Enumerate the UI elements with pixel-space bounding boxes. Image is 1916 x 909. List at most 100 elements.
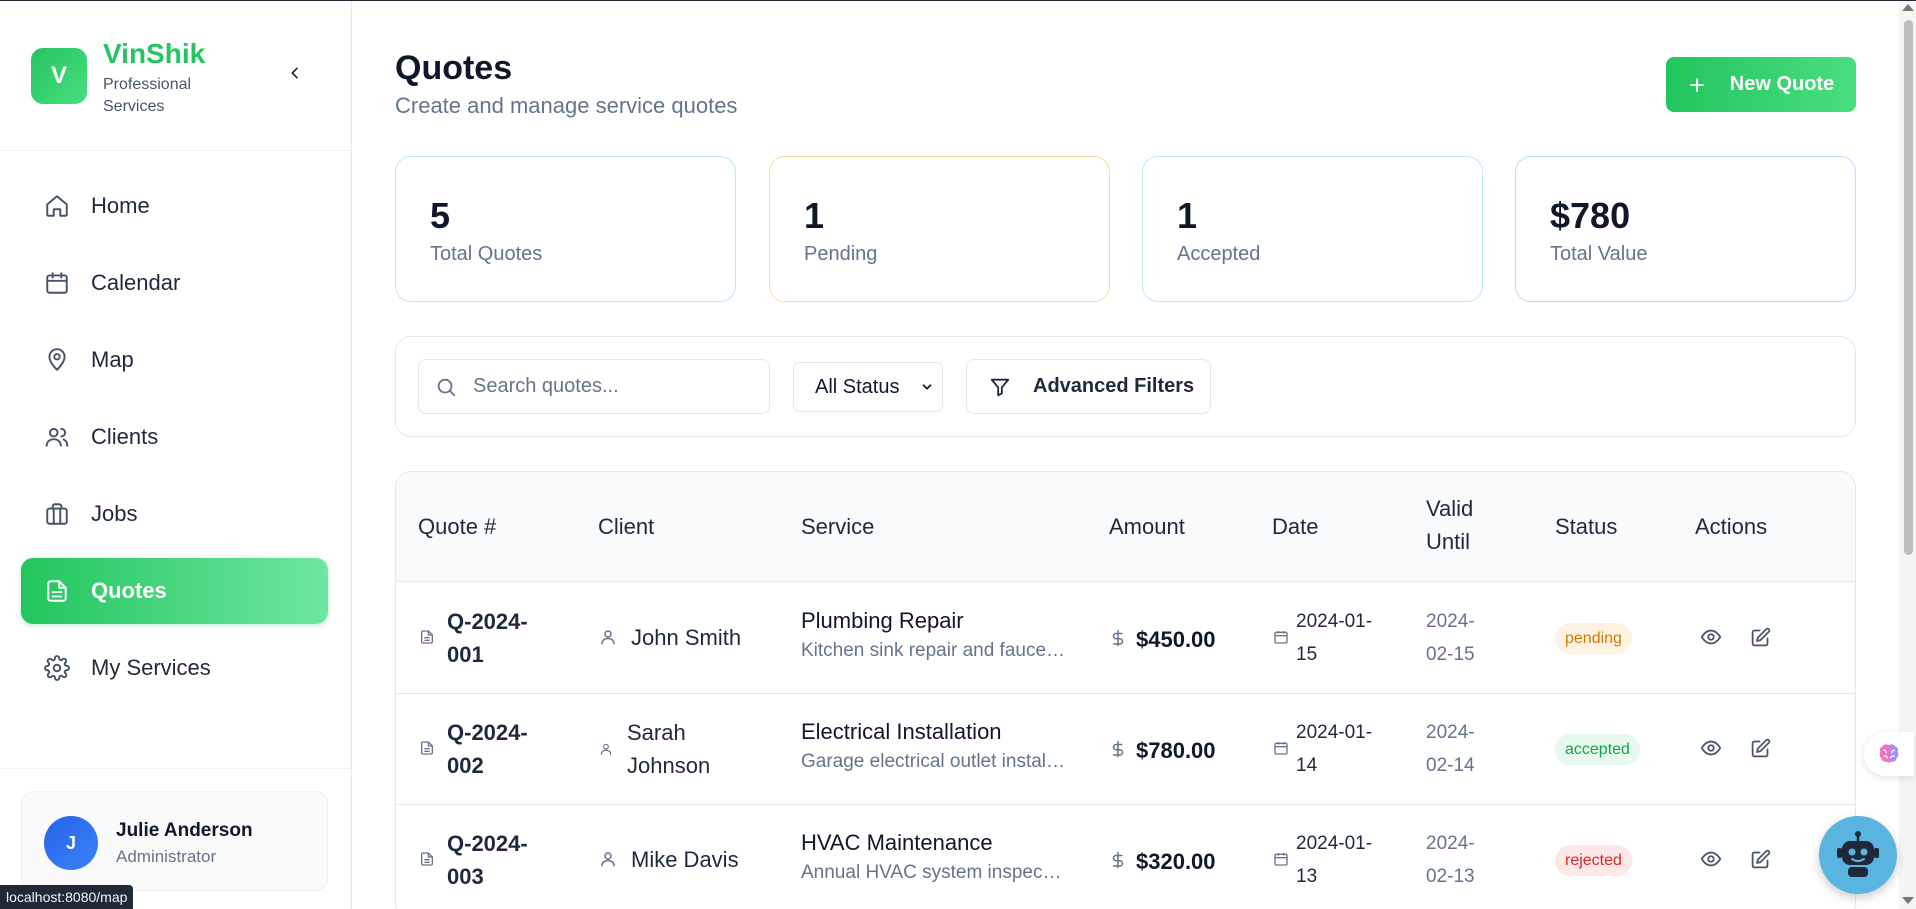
quote-amount: $450.00 — [1136, 627, 1216, 652]
new-quote-button[interactable]: New Quote — [1666, 57, 1856, 112]
table-row[interactable]: Q-2024-002 Sarah Johnson Electrical Inst… — [396, 694, 1855, 805]
sidebar-item-label: My Services — [91, 655, 211, 680]
page-title: Quotes — [395, 49, 513, 87]
stat-label: Accepted — [1177, 243, 1261, 265]
stat-value: 5 — [430, 195, 451, 236]
eye-icon — [1700, 629, 1722, 645]
stat-card-total-quotes: 5 Total Quotes — [395, 156, 736, 302]
view-button[interactable] — [1697, 623, 1725, 651]
sidebar-item-label: Clients — [91, 424, 159, 449]
calendar-icon — [1274, 853, 1288, 866]
quote-number: Q-2024-002 — [447, 720, 528, 778]
sidebar-item-my-services[interactable]: My Services — [21, 635, 328, 701]
search-icon — [435, 376, 457, 403]
collapse-sidebar-button[interactable] — [283, 61, 307, 85]
map-pin-icon — [43, 346, 71, 374]
service-name: HVAC Maintenance — [801, 830, 993, 855]
sidebar: V VinShik Professional Services Home Cal… — [0, 1, 352, 909]
stat-label: Total Value — [1550, 243, 1648, 265]
user-profile-card[interactable]: J Julie Anderson Administrator — [21, 791, 328, 891]
dollar-icon — [1112, 851, 1124, 869]
sidebar-item-calendar[interactable]: Calendar — [21, 250, 328, 316]
column-header-valid-until: Valid Until — [1426, 496, 1474, 554]
column-header-status: Status — [1555, 514, 1618, 539]
search-input[interactable] — [473, 375, 753, 398]
sidebar-item-clients[interactable]: Clients — [21, 404, 328, 470]
sidebar-item-label: Jobs — [91, 501, 138, 526]
scroll-down-arrow-icon[interactable] — [1902, 897, 1914, 904]
stat-value: 1 — [804, 195, 825, 236]
brand-tagline: Professional Services — [103, 76, 192, 115]
valid-until: 2024-02-14 — [1426, 722, 1475, 776]
chatbot-button[interactable] — [1819, 816, 1897, 894]
stat-card-pending: 1 Pending — [769, 156, 1110, 302]
stat-value: 1 — [1177, 195, 1198, 236]
user-icon — [600, 743, 612, 755]
gear-icon — [43, 654, 71, 682]
stat-card-total-value: $780 Total Value — [1515, 156, 1856, 302]
sidebar-item-home[interactable]: Home — [21, 173, 328, 239]
stat-label: Total Quotes — [430, 243, 543, 265]
file-icon — [421, 630, 433, 644]
status-filter-select[interactable]: All Status — [793, 362, 943, 412]
service-name: Electrical Installation — [801, 719, 1002, 744]
quote-amount: $780.00 — [1136, 738, 1216, 763]
edit-button[interactable] — [1746, 623, 1774, 651]
column-header-date: Date — [1272, 514, 1319, 539]
scroll-up-arrow-icon[interactable] — [1902, 4, 1914, 11]
status-badge: accepted — [1555, 734, 1640, 765]
view-button[interactable] — [1697, 845, 1725, 873]
status-bar-url: localhost:8080/map — [0, 885, 134, 909]
sidebar-item-label: Home — [91, 193, 150, 218]
edit-icon — [1751, 849, 1770, 868]
valid-until: 2024-02-13 — [1426, 833, 1475, 887]
column-header-quote: Quote # — [418, 514, 497, 539]
eye-icon — [1700, 740, 1722, 756]
service-description: Kitchen sink repair and faucet replaceme… — [801, 640, 1066, 661]
valid-until: 2024-02-15 — [1426, 611, 1475, 665]
robot-icon — [1837, 831, 1879, 877]
user-icon — [601, 630, 615, 645]
view-button[interactable] — [1697, 734, 1725, 762]
quote-date: 2024-01-13 — [1296, 833, 1373, 887]
quotes-table: Quote # Client Service Amount Date Valid… — [395, 471, 1856, 909]
brand-logo[interactable]: V — [31, 48, 87, 104]
edit-button[interactable] — [1746, 734, 1774, 762]
column-header-amount: Amount — [1109, 514, 1185, 539]
table-row[interactable]: Q-2024-003 Mike Davis HVAC Maintenance A… — [396, 805, 1855, 909]
user-icon — [601, 852, 615, 867]
edit-button[interactable] — [1746, 845, 1774, 873]
briefcase-icon — [43, 500, 71, 528]
status-badge: rejected — [1555, 845, 1632, 876]
table-row[interactable]: Q-2024-001 John Smith Plumbing Repair Ki… — [396, 583, 1855, 694]
user-role: Administrator — [116, 847, 217, 866]
quote-number: Q-2024-003 — [447, 831, 528, 889]
edit-icon — [1751, 738, 1770, 757]
stat-label: Pending — [804, 243, 878, 265]
advanced-filters-button[interactable]: Advanced Filters — [966, 359, 1211, 414]
client-name: Sarah Johnson — [627, 720, 711, 778]
sidebar-item-map[interactable]: Map — [21, 327, 328, 393]
file-icon — [421, 852, 433, 866]
sidebar-item-jobs[interactable]: Jobs — [21, 481, 328, 547]
sidebar-item-quotes[interactable]: Quotes — [21, 558, 328, 624]
calendar-icon — [1274, 631, 1288, 644]
scrollbar-thumb[interactable] — [1904, 20, 1913, 555]
stat-card-accepted: 1 Accepted — [1142, 156, 1483, 302]
ai-brain-tab[interactable] — [1864, 732, 1914, 776]
brand-header: V VinShik Professional Services — [0, 1, 351, 151]
search-box[interactable] — [418, 359, 770, 414]
brain-icon — [1879, 744, 1899, 763]
quote-amount: $320.00 — [1136, 849, 1216, 874]
column-header-service: Service — [801, 514, 875, 539]
filter-bar: All Status Advanced Filters — [395, 336, 1856, 437]
edit-icon — [1751, 627, 1770, 646]
sidebar-nav: Home Calendar Map Clients Jobs Quotes My… — [21, 173, 328, 712]
dollar-icon — [1112, 740, 1124, 758]
chevron-down-icon — [922, 384, 932, 390]
column-header-client: Client — [598, 514, 655, 539]
filter-icon — [989, 376, 1011, 398]
column-header-actions: Actions — [1695, 514, 1768, 539]
new-quote-label: New Quote — [1729, 73, 1835, 95]
avatar: J — [44, 816, 98, 870]
